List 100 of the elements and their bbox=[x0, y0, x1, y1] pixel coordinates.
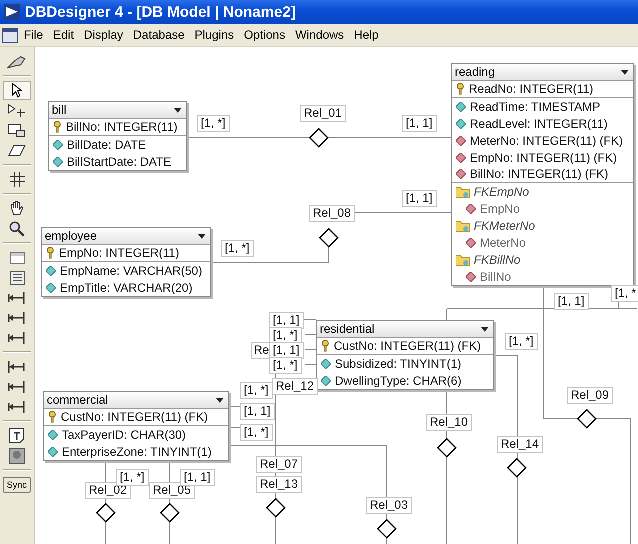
menu-item[interactable]: Plugins bbox=[190, 26, 238, 44]
cardinality-label: [1, 1] bbox=[180, 469, 215, 486]
cardinality-label: [1, *] bbox=[240, 382, 273, 399]
dropdown-caret-icon[interactable] bbox=[174, 108, 182, 112]
dropdown-caret-icon[interactable] bbox=[621, 70, 629, 74]
menu-item[interactable]: Display bbox=[80, 26, 128, 44]
document-icon[interactable] bbox=[2, 28, 18, 42]
diamond-icon bbox=[466, 238, 476, 248]
menu-item[interactable]: Help bbox=[350, 26, 383, 44]
menu-item[interactable]: Edit bbox=[49, 26, 78, 44]
cardinality-label: [1, *] bbox=[505, 333, 538, 350]
table-entity[interactable]: reading ReadNo: INTEGER(11) ReadTime: TIMESTAMP ReadLevel: INTEGER(11) MeterNo: INTEGER(11) (FK) EmpNo: INTEGER(11) (FK) BillNo: INTEGER(11) (FK) FKEmpNo EmpNo FKMeterNo MeterNo FKBillNo BillNo bbox=[451, 63, 634, 286]
field-name: BillDate: DATE bbox=[67, 138, 146, 152]
pointer-icon[interactable] bbox=[12, 83, 22, 98]
folder-icon bbox=[456, 254, 470, 266]
menu-item[interactable]: Options bbox=[240, 26, 290, 44]
view-table-icon[interactable] bbox=[10, 270, 24, 284]
window-title: DBDesigner 4 - [DB Model | Noname2] bbox=[25, 4, 296, 20]
field-name: BillStartDate: DATE bbox=[67, 154, 172, 168]
table-name: reading bbox=[455, 65, 496, 79]
table-entity[interactable]: bill BillNo: INTEGER(11) BillDate: DATE BillStartDate: DATE bbox=[48, 101, 187, 171]
cardinality-label: [1, 1] bbox=[240, 403, 275, 420]
relationship-label[interactable]: Rel_13 bbox=[256, 476, 302, 493]
diamond-icon bbox=[466, 272, 476, 282]
key-icon bbox=[321, 340, 330, 352]
relationship-label[interactable]: Rel_12 bbox=[272, 378, 318, 395]
dropdown-caret-icon[interactable] bbox=[216, 398, 224, 402]
cardinality-label: [1, 1] bbox=[402, 190, 437, 207]
note-icon[interactable] bbox=[9, 428, 25, 444]
relationship-label[interactable]: Rel_09 bbox=[567, 387, 614, 404]
table-name: bill bbox=[52, 103, 67, 117]
field-name: DwellingType: CHAR(6) bbox=[335, 374, 462, 388]
relationship-label[interactable]: Rel_02 bbox=[85, 482, 132, 499]
field-name: TaxPayerID: CHAR(30) bbox=[62, 428, 186, 442]
key-icon bbox=[456, 83, 465, 95]
key-icon bbox=[48, 411, 57, 423]
relationship-label[interactable]: Rel_14 bbox=[497, 436, 544, 453]
relationship-label[interactable]: Rel_05 bbox=[149, 482, 196, 499]
field-name: Subsidized: TINYINT(1) bbox=[335, 356, 462, 370]
relation-icon[interactable] bbox=[7, 310, 27, 326]
relation-icon[interactable] bbox=[7, 378, 27, 394]
zoom-icon[interactable] bbox=[9, 220, 25, 236]
table-entity[interactable]: residential CustNo: INTEGER(11) (FK) Subsidized: TINYINT(1) DwellingType: CHAR(6) bbox=[316, 320, 494, 390]
hand-icon[interactable] bbox=[9, 200, 25, 216]
index-column: BillNo bbox=[480, 270, 512, 284]
relation-icon[interactable] bbox=[7, 290, 27, 306]
app-icon bbox=[4, 4, 20, 20]
field-name: ReadNo: INTEGER(11) bbox=[469, 82, 594, 96]
relationship-diamond[interactable] bbox=[266, 498, 286, 518]
dropdown-caret-icon[interactable] bbox=[481, 326, 489, 332]
relationship-diamond[interactable] bbox=[96, 503, 116, 523]
relationship-label[interactable]: Rel_01 bbox=[300, 105, 346, 122]
image-icon[interactable] bbox=[9, 448, 25, 464]
resize-icon[interactable] bbox=[8, 124, 26, 138]
table-entity[interactable]: commercial CustNo: INTEGER(11) (FK) TaxPayerID: CHAR(30) EnterpriseZone: TINYINT(1) bbox=[43, 391, 229, 461]
relationship-label[interactable]: Rel_03 bbox=[366, 497, 412, 514]
tool-button[interactable] bbox=[3, 81, 31, 100]
relationship-diamond[interactable] bbox=[319, 228, 339, 248]
field-name: ReadTime: TIMESTAMP bbox=[470, 100, 600, 114]
sync-button[interactable]: Sync bbox=[3, 477, 31, 493]
key-icon bbox=[53, 121, 62, 133]
field-name: EnterpriseZone: TINYINT(1) bbox=[62, 444, 212, 458]
pointer-move-icon[interactable] bbox=[8, 104, 26, 117]
relationship-label[interactable]: Rel_07 bbox=[256, 456, 302, 473]
index-column: MeterNo bbox=[480, 236, 526, 250]
index-column: EmpNo bbox=[480, 202, 520, 216]
table-name: employee bbox=[45, 229, 98, 243]
field-name: MeterNo: INTEGER(11) (FK) bbox=[470, 134, 624, 148]
menu-item[interactable]: Windows bbox=[291, 26, 348, 44]
field-name: CustNo: INTEGER(11) (FK) bbox=[61, 410, 208, 424]
relationship-diamond[interactable] bbox=[577, 409, 597, 429]
cardinality-label: [1, 1] bbox=[554, 293, 589, 310]
menu-item[interactable]: File bbox=[20, 26, 48, 44]
cardinality-label: [1, *] bbox=[221, 240, 254, 257]
relationship-diamond[interactable] bbox=[507, 458, 527, 478]
relationship-label[interactable]: Rel_08 bbox=[309, 205, 356, 222]
relationship-diamond[interactable] bbox=[160, 503, 180, 523]
relationship-label[interactable]: Rel_10 bbox=[426, 414, 472, 431]
table-icon[interactable] bbox=[10, 252, 24, 264]
relation-icon[interactable] bbox=[7, 398, 27, 414]
relationship-diamond[interactable] bbox=[377, 519, 397, 539]
connector-line bbox=[304, 364, 316, 366]
field-name: EmpNo: INTEGER(11) bbox=[59, 246, 180, 260]
connector-line bbox=[304, 334, 316, 336]
grid-icon[interactable] bbox=[10, 172, 24, 187]
relationship-diamond[interactable] bbox=[309, 128, 329, 148]
index-name: FKBillNo bbox=[474, 252, 521, 266]
pin-icon[interactable] bbox=[7, 54, 27, 68]
field-name: EmpName: VARCHAR(50) bbox=[60, 264, 202, 278]
field-name: ReadLevel: INTEGER(11) bbox=[470, 116, 608, 130]
field-name: BillNo: INTEGER(11) bbox=[66, 120, 178, 134]
menu-item[interactable]: Database bbox=[129, 26, 189, 44]
field-name: CustNo: INTEGER(11) (FK) bbox=[334, 339, 482, 353]
index-name: FKMeterNo bbox=[474, 218, 536, 232]
relation-icon[interactable] bbox=[7, 330, 27, 346]
dropdown-caret-icon[interactable] bbox=[198, 234, 206, 238]
relationship-diamond[interactable] bbox=[437, 438, 457, 458]
table-entity[interactable]: employee EmpNo: INTEGER(11) EmpName: VARCHAR(50) EmpTitle: VARCHAR(20) bbox=[41, 227, 211, 297]
field-name: EmpNo: INTEGER(11) (FK) bbox=[470, 150, 618, 164]
relation-icon[interactable] bbox=[7, 358, 27, 374]
